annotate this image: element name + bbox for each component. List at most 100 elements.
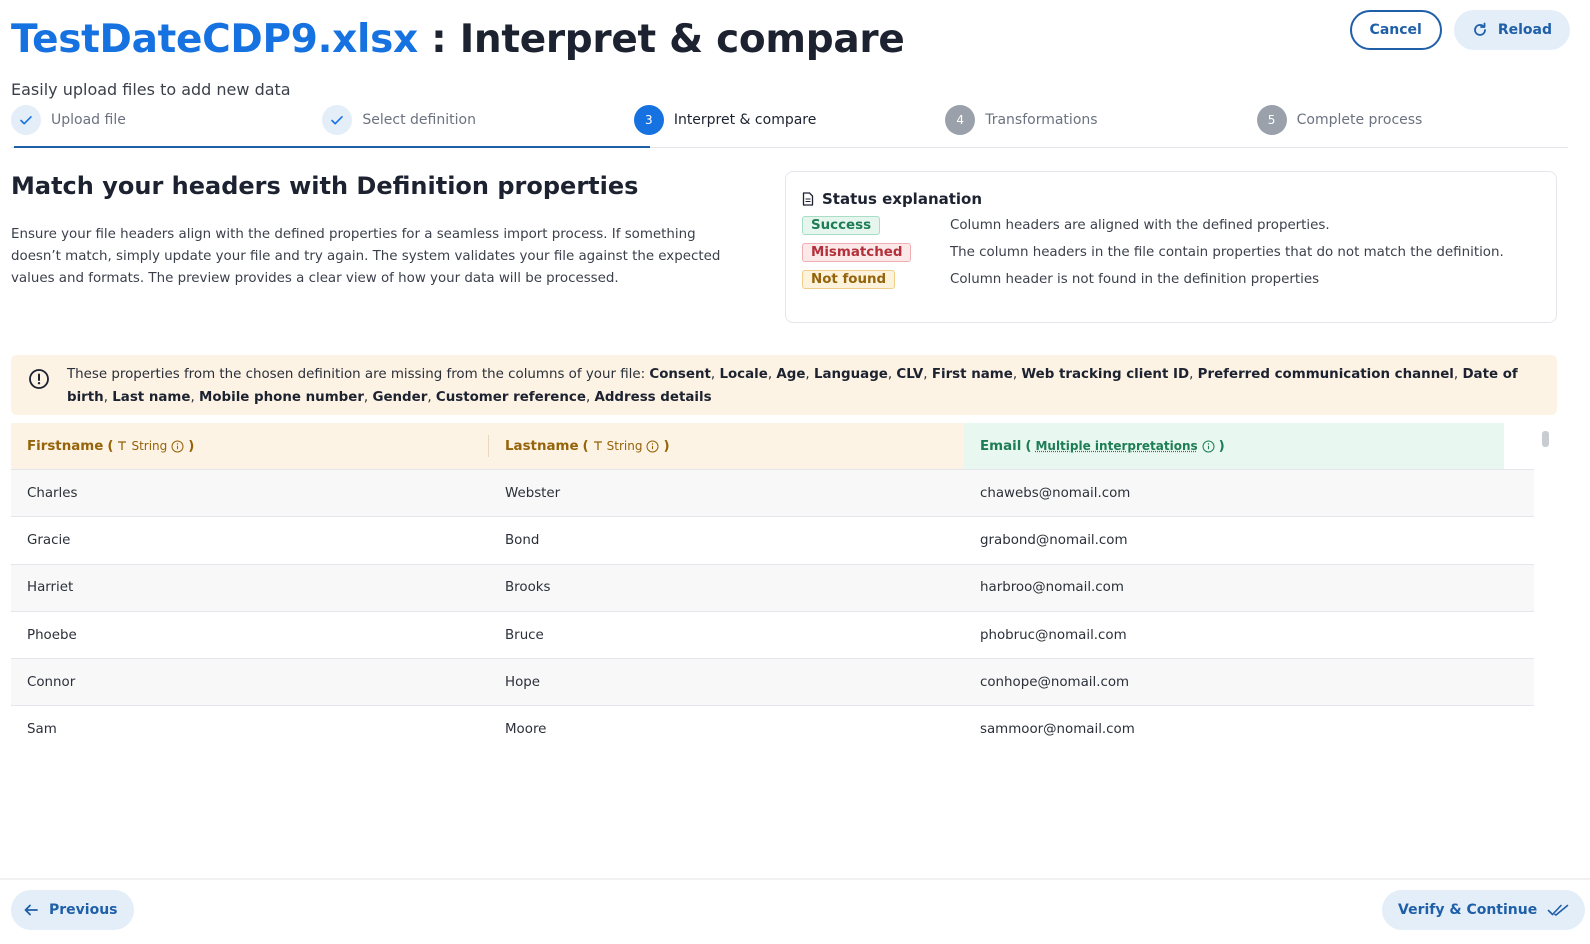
table-scrollbar[interactable] <box>1542 431 1549 447</box>
column-header-firstname[interactable]: Firstname( String ) <box>11 423 489 469</box>
status-heading-label: Status explanation <box>822 190 983 208</box>
column-header-lastname[interactable]: Lastname( String ) <box>489 423 964 469</box>
text-type-icon <box>593 441 602 450</box>
multiple-interpretations-link[interactable]: Multiple interpretations <box>1035 439 1197 453</box>
missing-property: Web tracking client ID <box>1021 367 1190 382</box>
info-icon[interactable] <box>1202 440 1215 453</box>
missing-property: CLV <box>896 367 924 382</box>
title-suffix: : Interpret & compare <box>417 17 905 62</box>
table-cell: grabond@nomail.com <box>980 532 1128 548</box>
table-cell: conhope@nomail.com <box>980 674 1130 690</box>
verify-continue-label: Verify & Continue <box>1398 902 1538 918</box>
double-check-icon <box>1547 904 1569 916</box>
match-heading: Match your headers with Definition prope… <box>11 172 639 200</box>
status-heading: Status explanation <box>802 190 1540 208</box>
step-complete-process: 5 Complete process <box>1256 104 1568 136</box>
reload-button[interactable]: Reload <box>1453 10 1570 50</box>
preview-table: Firstname( String ) Lastname( String ) E… <box>11 423 1534 741</box>
step-select-definition: Select definition <box>322 104 633 136</box>
missing-property: Preferred communication channel <box>1197 367 1454 382</box>
table-row: Sam Moore sammoor@nomail.com <box>11 706 1534 741</box>
check-icon <box>11 105 41 135</box>
missing-property: Consent <box>649 367 711 382</box>
file-name: TestDateCDP9.xlsx <box>11 17 418 62</box>
page-title: TestDateCDP9.xlsx : Interpret & compare <box>11 14 1570 66</box>
table-cell: Phoebe <box>27 627 77 643</box>
step-number: 5 <box>1256 105 1287 135</box>
header-actions: Cancel Reload <box>1349 10 1570 50</box>
table-cell: Webster <box>505 485 561 501</box>
table-cell: Bruce <box>505 627 544 643</box>
status-text: Column headers are aligned with the defi… <box>950 218 1330 233</box>
step-number: 3 <box>633 105 664 135</box>
previous-button[interactable]: Previous <box>11 890 134 930</box>
missing-property: Locale <box>719 367 768 382</box>
missing-property: Language <box>813 367 888 382</box>
missing-property: First name <box>931 367 1013 382</box>
table-cell: Brooks <box>505 580 551 596</box>
table-cell: sammoor@nomail.com <box>980 722 1135 738</box>
missing-property: Age <box>776 367 806 382</box>
previous-label: Previous <box>49 902 118 918</box>
missing-property: Last name <box>112 390 191 405</box>
missing-property: Address details <box>594 390 712 405</box>
table-cell: harbroo@nomail.com <box>980 580 1124 596</box>
missing-property: Gender <box>372 390 428 405</box>
table-cell: Connor <box>27 674 76 690</box>
mismatched-badge: Mismatched <box>802 243 912 262</box>
step-interpret-compare: 3 Interpret & compare <box>633 104 945 136</box>
match-description: Ensure your file headers align with the … <box>11 227 721 286</box>
check-icon <box>322 105 353 135</box>
column-type: String <box>606 439 643 453</box>
status-text: The column headers in the file contain p… <box>950 245 1504 260</box>
table-cell: Sam <box>27 722 57 738</box>
not-found-badge: Not found <box>802 270 896 289</box>
reload-icon <box>1473 22 1486 36</box>
table-cell: Hope <box>505 674 541 690</box>
step-label: Transformations <box>985 112 1098 128</box>
info-icon[interactable] <box>171 440 184 453</box>
step-label: Select definition <box>362 112 476 128</box>
step-label: Complete process <box>1296 112 1423 128</box>
page-subtitle: Easily upload files to add new data <box>11 80 291 99</box>
text-type-icon <box>118 441 127 450</box>
document-icon <box>802 192 814 206</box>
status-row-mismatched: Mismatched The column headers in the fil… <box>802 243 1540 262</box>
footer-bar: Previous Verify & Continue <box>0 878 1590 944</box>
column-header-email[interactable]: Email( Multiple interpretations ) <box>964 423 1504 469</box>
table-row: Gracie Bond grabond@nomail.com <box>11 517 1534 565</box>
column-type: String <box>131 439 168 453</box>
reload-label: Reload <box>1497 22 1552 38</box>
table-cell: chawebs@nomail.com <box>980 485 1131 501</box>
table-row: Connor Hope conhope@nomail.com <box>11 659 1534 707</box>
step-transformations: 4 Transformations <box>945 104 1256 136</box>
missing-property: Customer reference <box>435 390 586 405</box>
table-body: Charles Webster chawebs@nomail.com Gracie Bo… <box>11 470 1534 741</box>
step-progress-bar <box>14 146 650 148</box>
table-cell: Gracie <box>27 532 71 548</box>
status-row-not-found: Not found Column header is not found in … <box>802 270 1540 289</box>
table-header: Firstname( String ) Lastname( String ) E… <box>11 423 1534 470</box>
table-cell: Charles <box>27 485 78 501</box>
missing-property: Mobile phone number <box>199 390 364 405</box>
success-badge: Success <box>802 216 881 235</box>
table-cell: phobruc@nomail.com <box>980 627 1127 643</box>
status-explanation-card: Status explanation Success Column header… <box>785 171 1557 323</box>
info-icon[interactable] <box>646 440 659 453</box>
table-cell: Moore <box>505 722 547 738</box>
arrow-left-icon <box>24 904 38 916</box>
warning-circle-icon <box>29 369 49 389</box>
table-cell: Bond <box>505 532 540 548</box>
step-label: Interpret & compare <box>673 112 817 128</box>
step-upload-file: Upload file <box>11 104 322 136</box>
match-section: Match your headers with Definition prope… <box>11 172 731 290</box>
cancel-button[interactable]: Cancel <box>1349 10 1442 50</box>
alert-intro: These properties from the chosen definit… <box>67 367 646 382</box>
table-cell: Harriet <box>27 580 74 596</box>
table-row: Harriet Brooks harbroo@nomail.com <box>11 564 1534 612</box>
verify-continue-button[interactable]: Verify & Continue <box>1382 890 1586 930</box>
status-text: Column header is not found in the defini… <box>950 272 1320 287</box>
missing-properties-alert: These properties from the chosen definit… <box>11 355 1557 415</box>
status-row-success: Success Column headers are aligned with … <box>802 216 1540 235</box>
step-label: Upload file <box>51 112 126 128</box>
